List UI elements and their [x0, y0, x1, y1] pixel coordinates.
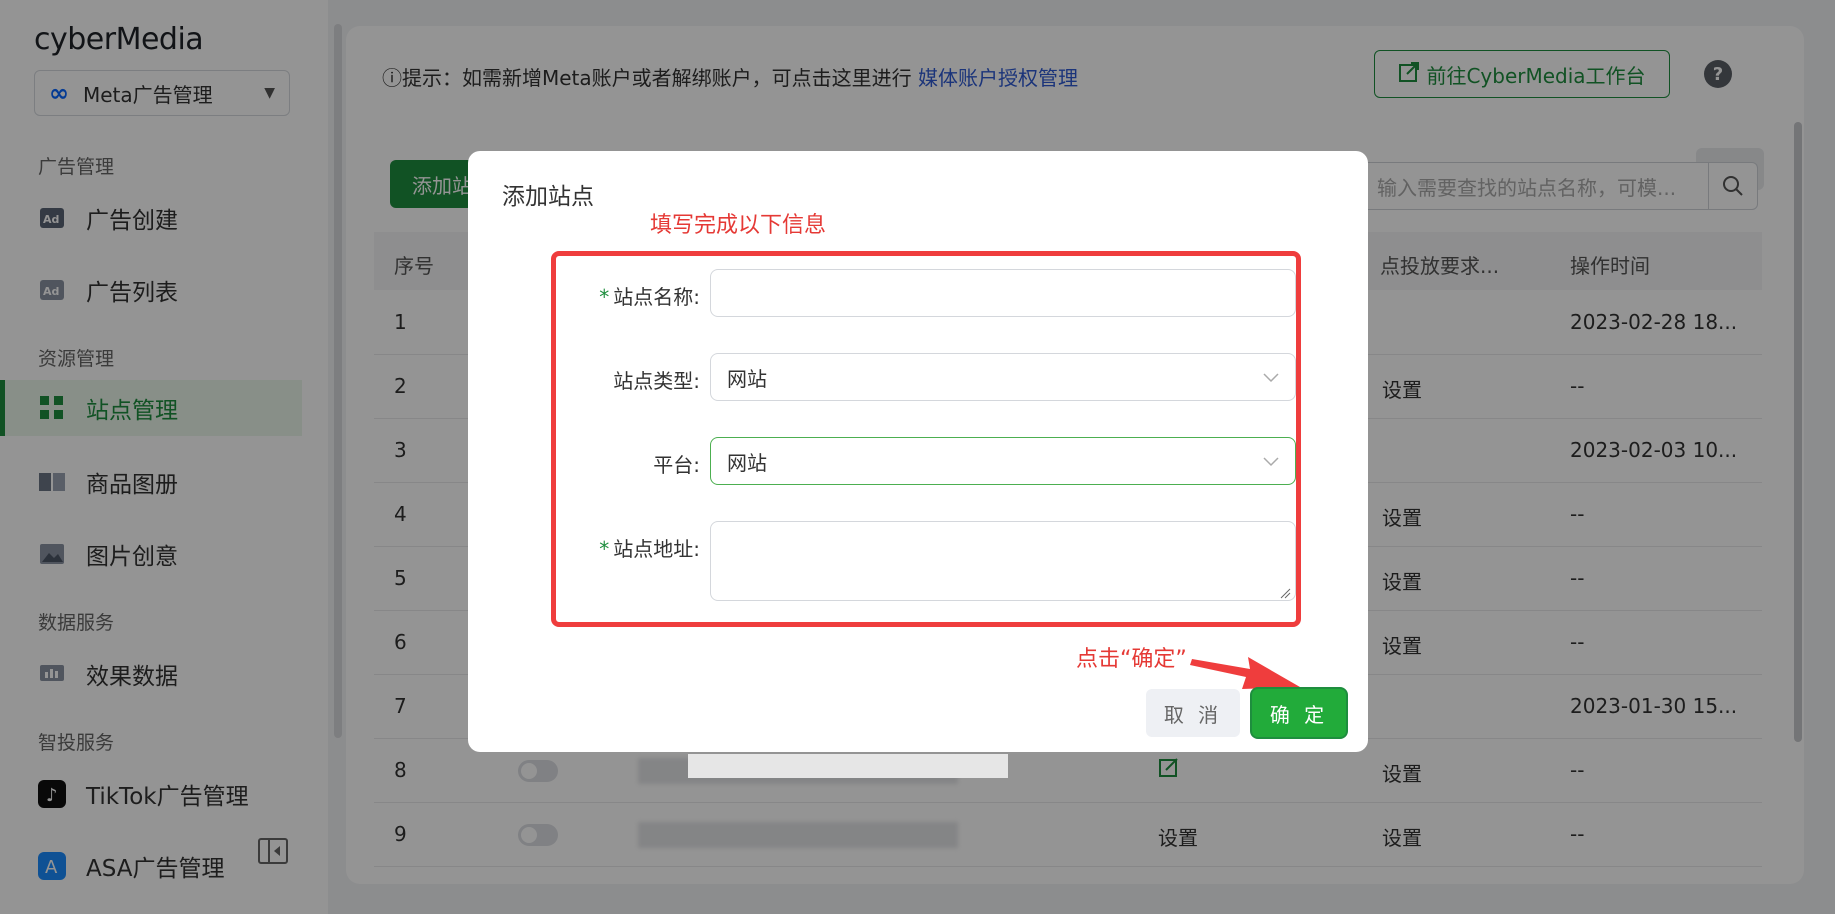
label-text: 站点名称: — [613, 285, 700, 309]
platform-value: 网站 — [727, 450, 767, 475]
annotation-arrow-icon — [1190, 657, 1300, 689]
site-url-label: * 站点地址: — [560, 533, 700, 562]
site-name-label: * 站点名称: — [560, 281, 700, 310]
site-type-value: 网站 — [727, 366, 767, 391]
chevron-down-icon — [1263, 451, 1279, 472]
platform-select[interactable]: 网站 — [710, 437, 1296, 485]
site-type-label: 站点类型: — [613, 369, 700, 393]
required-mark: * — [599, 285, 610, 309]
platform-label: 平台: — [653, 453, 700, 477]
confirm-button[interactable]: 确 定 — [1252, 689, 1346, 737]
required-mark: * — [599, 537, 610, 561]
label-text: 站点地址: — [613, 537, 700, 561]
site-name-input[interactable] — [710, 269, 1296, 317]
chevron-down-icon — [1263, 367, 1279, 388]
cancel-button[interactable]: 取 消 — [1146, 689, 1240, 737]
resize-handle-icon[interactable] — [1279, 584, 1291, 599]
site-type-select[interactable]: 网站 — [710, 353, 1296, 401]
blurred-strip — [688, 754, 1008, 778]
dialog-title: 添加站点 — [502, 184, 594, 210]
annotation-fill-info: 填写完成以下信息 — [650, 213, 827, 238]
add-site-dialog: 添加站点 填写完成以下信息 * 站点名称: 站点类型: 网站 平台: 网站 * 站点… — [468, 151, 1368, 752]
annotation-click-confirm: 点击“确定” — [1076, 647, 1187, 672]
site-url-textarea[interactable] — [710, 521, 1296, 601]
